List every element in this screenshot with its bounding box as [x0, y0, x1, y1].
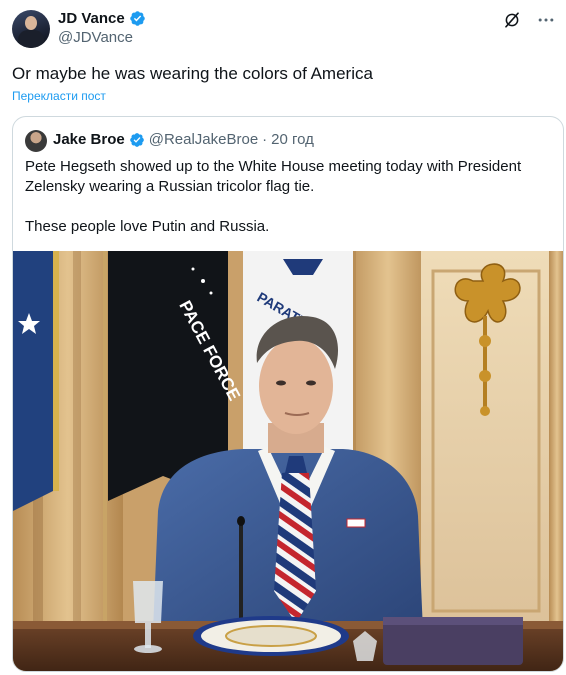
quote-text-paragraph-2: These people love Putin and Russia. [25, 218, 270, 235]
quote-timestamp[interactable]: 20 год [271, 131, 314, 148]
translate-link[interactable]: Перекласти пост [12, 89, 106, 103]
grok-icon[interactable] [502, 10, 522, 30]
more-icon[interactable] [536, 10, 556, 30]
quote-header: Jake Broe @RealJakeBroe · 20 год [53, 131, 314, 148]
quote-separator: · [262, 131, 268, 148]
author-handle[interactable]: @JDVance [58, 29, 146, 46]
author-avatar[interactable] [12, 10, 50, 48]
author-info: JD Vance @JDVance [58, 10, 146, 46]
author-name[interactable]: JD Vance [58, 10, 125, 27]
quote-author-handle[interactable]: @RealJakeBroe [149, 131, 258, 148]
tweet-actions [502, 10, 556, 30]
quote-author-name[interactable]: Jake Broe [53, 131, 125, 148]
tweet: JD Vance @JDVance Or maybe he was wearin… [0, 0, 566, 675]
verified-badge-icon [129, 11, 145, 26]
verified-badge-icon [129, 132, 144, 147]
tweet-text: Or maybe he was wearing the colors of Am… [12, 64, 373, 83]
quote-text-paragraph-1: Pete Hegseth showed up to the White Hous… [25, 158, 522, 195]
quote-photo[interactable]: PACE FORCE PARATUS [13, 251, 563, 671]
quote-text: Pete Hegseth showed up to the White Hous… [25, 157, 550, 237]
quoted-tweet[interactable]: Jake Broe @RealJakeBroe · 20 год Pete He… [12, 116, 564, 672]
quote-author-avatar[interactable] [25, 130, 47, 152]
